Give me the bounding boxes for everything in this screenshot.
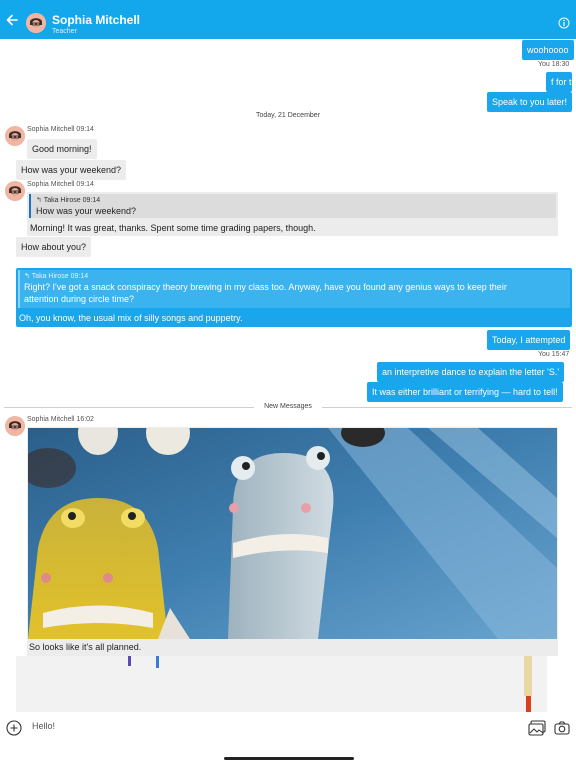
date-divider: Today, 21 December [255,112,321,119]
message-meta: Sophia Mitchell 09:14 [27,126,94,133]
message-meta: You 15:47 [538,351,569,358]
knitted-puppets-photo [28,428,557,639]
home-indicator[interactable] [224,757,354,760]
timestamp: 16:02 [76,416,94,423]
avatar[interactable] [5,416,25,436]
quote-author: ↰ Taka Hirose 09:14 [36,196,551,205]
reply-message[interactable]: ↰ Taka Hirose 09:14 How was your weekend… [27,192,558,236]
image-detail [128,656,131,666]
incoming-message[interactable]: How about you? [16,237,92,257]
gallery-icon[interactable] [528,720,546,736]
divider-line [4,407,254,408]
message-meta: You 18:30 [538,61,569,68]
image-message[interactable]: So looks like it's all planned. [27,427,558,656]
message-meta: Sophia Mitchell 16:02 [27,416,94,423]
reply-text: Oh, you know, the usual mix of silly son… [19,313,243,323]
outgoing-reply-message[interactable]: ↰ Taka Hirose 09:14 Right? I've got a sn… [16,268,572,327]
image-detail [524,656,532,696]
reply-icon: ↰ [24,273,30,280]
quote-text-line: Right? I've got a snack conspiracy theor… [24,282,507,292]
incoming-message[interactable]: How was your weekend? [16,160,127,180]
quoted-message[interactable]: ↰ Taka Hirose 09:14 How was your weekend… [29,194,556,218]
image-detail [156,656,159,668]
sender-label: You [538,351,550,358]
outgoing-message[interactable]: It was either brilliant or terrifying — … [367,382,563,402]
image-caption: So looks like it's all planned. [29,642,142,652]
outgoing-message[interactable]: woohoooo [522,40,574,60]
outgoing-message[interactable]: f for th [546,72,572,92]
quote-text-line: attention during circle time? [24,294,135,304]
incoming-message[interactable]: Good morning! [27,139,97,159]
outgoing-message[interactable]: an interpretive dance to explain the let… [377,362,565,382]
divider-line [322,407,572,408]
message-photo[interactable] [28,428,557,639]
chat-header: Sophia Mitchell Teacher [0,0,576,39]
back-arrow-icon[interactable] [4,12,20,28]
contact-role: Teacher [52,28,77,35]
timestamp: 18:30 [551,61,570,68]
info-icon[interactable] [558,17,570,29]
quote-author-name: Taka Hirose [31,273,69,280]
sender-name: Sophia Mitchell [27,126,75,133]
quote-time: 09:14 [70,273,89,280]
sender-name: Sophia Mitchell [27,181,75,188]
avatar[interactable] [26,13,46,33]
timestamp: 09:14 [76,126,94,133]
avatar[interactable] [5,181,25,201]
quote-time: 09:14 [82,197,101,204]
message-meta: Sophia Mitchell 09:14 [27,181,94,188]
new-messages-divider: New Messages [264,403,312,410]
reply-text: Morning! It was great, thanks. Spent som… [30,223,316,233]
timestamp: 09:14 [76,181,94,188]
message-input[interactable]: Hello! [32,721,55,731]
sender-label: You [538,61,550,68]
image-message-partial[interactable] [16,656,547,714]
sender-name: Sophia Mitchell [27,416,75,423]
timestamp: 15:47 [551,351,570,358]
quote-text: How was your weekend? [36,206,137,216]
camera-icon[interactable] [554,720,570,736]
quote-author: ↰ Taka Hirose 09:14 [24,272,566,281]
avatar[interactable] [5,126,25,146]
quote-author-name: Taka Hirose [43,197,81,204]
add-icon[interactable] [6,720,22,736]
outgoing-message[interactable]: Speak to you later! [487,92,573,112]
quoted-message[interactable]: ↰ Taka Hirose 09:14 Right? I've got a sn… [18,270,570,308]
outgoing-message[interactable]: Today, I attempted [487,330,571,350]
contact-name[interactable]: Sophia Mitchell [52,13,140,27]
reply-icon: ↰ [36,197,42,204]
